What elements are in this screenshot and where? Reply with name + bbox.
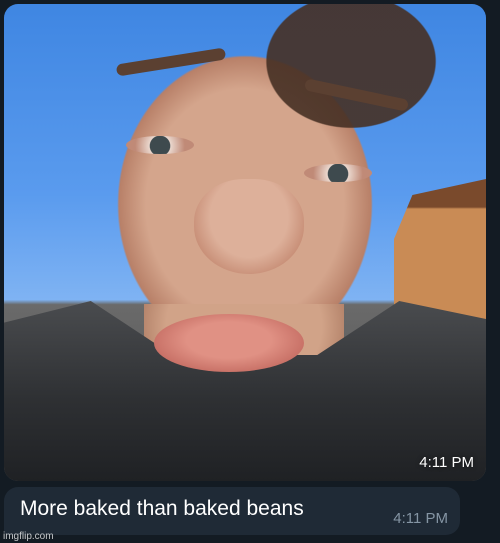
lips	[154, 314, 304, 372]
right-eye	[304, 164, 372, 182]
imgflip-watermark: imgflip.com	[3, 531, 54, 542]
left-eye	[126, 136, 194, 154]
photo-message-bubble[interactable]: 4:11 PM	[4, 4, 486, 481]
text-message-bubble[interactable]: More baked than baked beans 4:11 PM	[4, 487, 460, 535]
message-text: More baked than baked beans	[20, 497, 304, 520]
selfie-photo[interactable]	[4, 4, 486, 481]
nose	[194, 179, 304, 274]
left-eyebrow	[115, 47, 227, 77]
photo-timestamp: 4:11 PM	[419, 454, 474, 471]
message-timestamp: 4:11 PM	[393, 510, 448, 527]
right-eyebrow	[303, 78, 410, 112]
